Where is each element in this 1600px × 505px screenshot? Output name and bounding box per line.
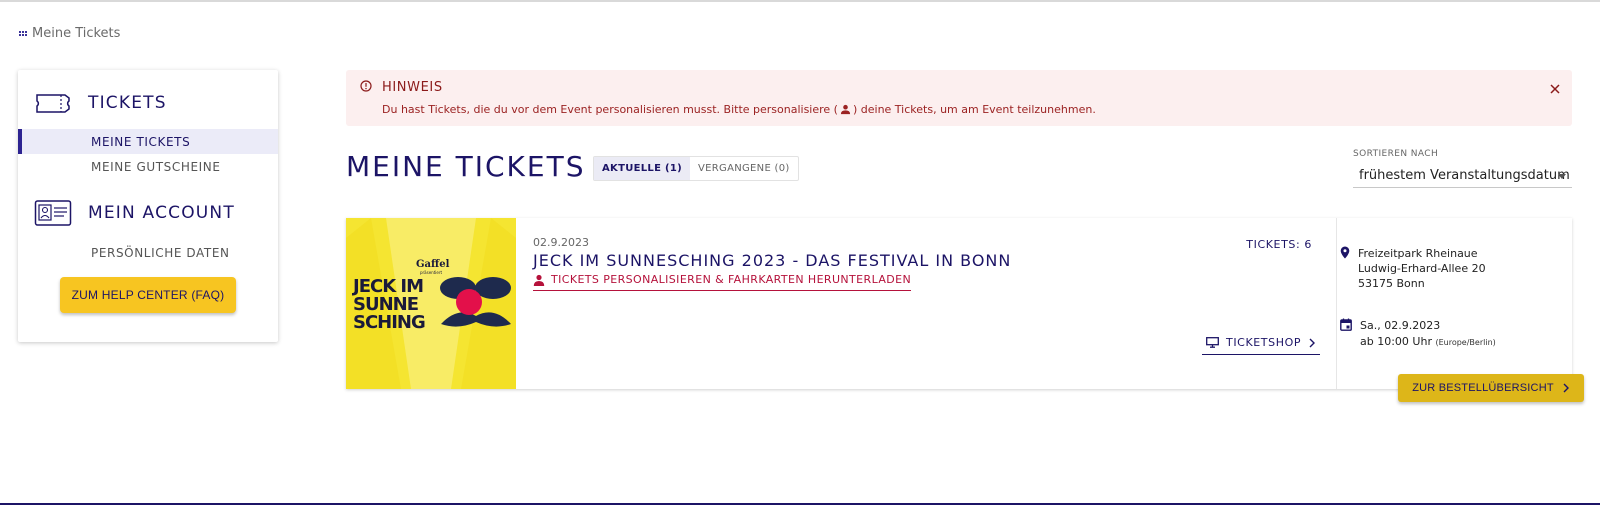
id-card-icon [34,200,72,226]
ticket-card: Gaffel präsentiert JECK IM SUNNE SCHING … [346,218,1572,389]
ticket-icon [36,94,70,113]
poster-brand-sub: präsentiert [420,270,443,275]
event-timezone: (Europe/Berlin) [1435,338,1496,347]
location-pin-icon [1340,246,1350,259]
account-heading: MEIN ACCOUNT [88,203,235,223]
ticket-count: TICKETS: 6 [1246,238,1312,251]
event-day: Sa., 02.9.2023 [1360,319,1441,332]
alert-circle-icon [360,80,372,92]
poster-line-3: SCHING [353,312,425,333]
sidebar-item-persoenliche-daten[interactable]: PERSÖNLICHE DATEN [18,240,278,265]
location-city: 53175 Bonn [1358,277,1425,290]
top-border [0,0,1600,2]
caret-down-icon [1558,174,1566,179]
event-title[interactable]: JECK IM SUNNESCHING 2023 - DAS FESTIVAL … [533,251,1011,270]
event-poster-graphic: Gaffel präsentiert JECK IM SUNNE SCHING [346,218,516,389]
breadcrumb-label: Meine Tickets [32,26,121,41]
sidebar-item-meine-gutscheine[interactable]: MEINE GUTSCHEINE [18,154,278,179]
alert-message-start: Du hast Tickets, die du vor dem Event pe… [382,103,838,116]
location-street: Ludwig-Erhard-Allee 20 [1358,262,1486,275]
sort-select[interactable]: frühestem Veranstaltungsdatum [1353,163,1572,188]
alert-title: HINWEIS [382,80,443,95]
tickets-section-header: TICKETS [34,90,167,116]
ticketshop-link[interactable]: TICKETSHOP [1202,336,1321,355]
sort-label: SORTIEREN NACH [1353,149,1439,159]
order-overview-button[interactable]: ZUR BESTELLÜBERSICHT [1398,374,1584,402]
account-section-header: MEIN ACCOUNT [34,199,235,227]
tickets-heading: TICKETS [88,93,167,113]
apps-grid-icon [19,31,27,36]
personalize-tickets-label: TICKETS PERSONALISIEREN & FAHRKARTEN HER… [551,273,912,286]
event-datetime: Sa., 02.9.2023 ab 10:00 Uhr (Europe/Berl… [1340,318,1496,351]
help-center-button[interactable]: ZUM HELP CENTER (FAQ) [60,277,236,313]
sidebar-nav: TICKETS MEINE TICKETS MEINE GUTSCHEINE M… [18,70,278,342]
close-icon[interactable] [1548,82,1562,96]
poster-brand: Gaffel [416,259,450,270]
location-name: Freizeitpark Rheinaue [1358,247,1478,260]
alert-message-end: ) deine Tickets, um am Event teilzunehme… [852,103,1096,116]
chevron-right-icon [1309,338,1316,347]
tab-vergangene[interactable]: VERGANGENE (0) [690,157,798,180]
person-icon [840,104,851,115]
event-date: 02.9.2023 [533,236,589,249]
page-title: MEINE TICKETS [346,150,586,183]
breadcrumb: Meine Tickets [19,26,120,41]
monitor-icon [1206,337,1219,348]
tab-aktuelle[interactable]: AKTUELLE (1) [594,157,691,180]
event-location: Freizeitpark Rheinaue Ludwig-Erhard-Alle… [1340,246,1486,291]
person-icon [533,274,545,286]
order-overview-label: ZUR BESTELLÜBERSICHT [1412,382,1554,394]
ticketshop-label: TICKETSHOP [1226,336,1302,349]
event-time: ab 10:00 Uhr [1360,335,1432,348]
card-divider [1336,218,1337,389]
ticket-tabs: AKTUELLE (1) VERGANGENE (0) [593,156,799,181]
sort-value: frühestem Veranstaltungsdatum [1359,167,1570,183]
sidebar-item-meine-tickets[interactable]: MEINE TICKETS [18,129,278,154]
event-time-line: ab 10:00 Uhr (Europe/Berlin) [1360,334,1496,351]
personalize-tickets-link[interactable]: TICKETS PERSONALISIEREN & FAHRKARTEN HER… [533,273,912,291]
info-alert: HINWEIS Du hast Tickets, die du vor dem … [346,70,1572,126]
chevron-right-icon [1563,383,1569,393]
event-image[interactable]: Gaffel präsentiert JECK IM SUNNE SCHING [346,218,516,389]
calendar-icon [1340,318,1352,331]
alert-message: Du hast Tickets, die du vor dem Event pe… [382,103,1096,116]
